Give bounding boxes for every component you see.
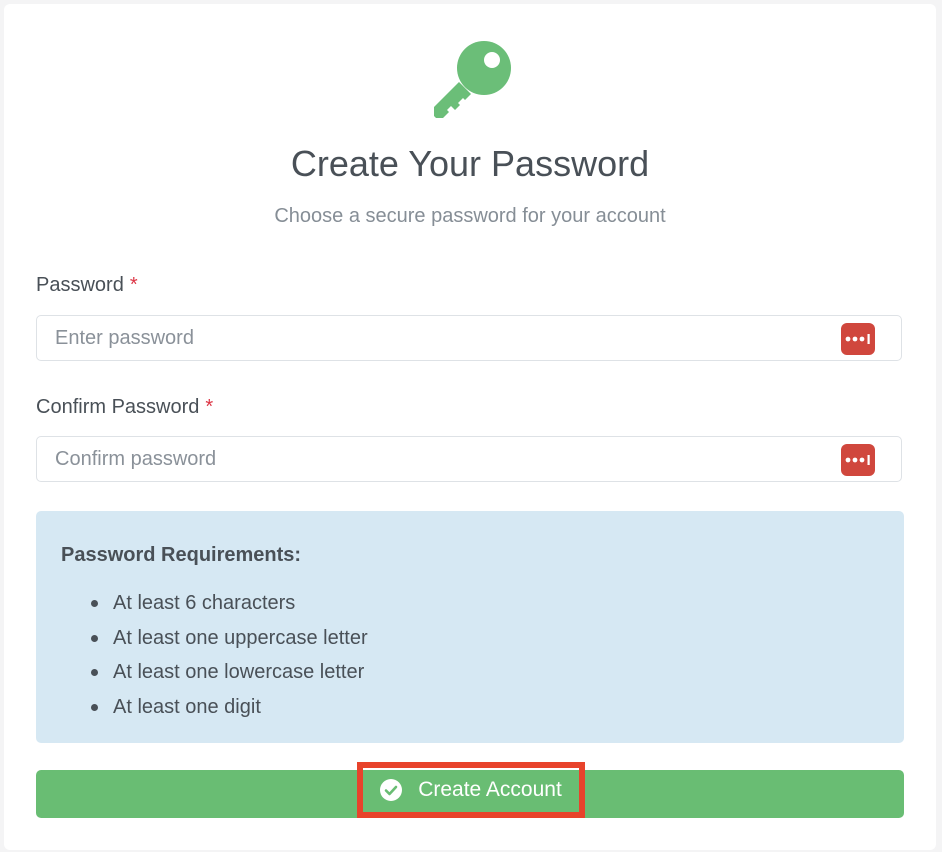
confirm-password-input[interactable] [37, 437, 817, 481]
bullet-icon [91, 634, 98, 642]
create-account-highlight: Create Account [357, 762, 585, 818]
dots-icon [845, 455, 870, 465]
required-marker: * [205, 396, 214, 418]
password-manager-icon[interactable] [841, 444, 875, 476]
confirm-password-label-text: Confirm Password [36, 396, 200, 418]
password-label-text: Password [36, 274, 124, 296]
password-input[interactable] [37, 316, 817, 360]
password-requirements-box: Password Requirements: At least 6 charac… [36, 511, 904, 743]
key-icon [434, 41, 511, 118]
requirement-text: At least one digit [113, 695, 261, 718]
page-title: Create Your Password [290, 143, 650, 184]
list-item: At least one lowercase letter [36, 655, 368, 690]
password-field-wrapper [36, 315, 902, 361]
list-item: At least one uppercase letter [36, 621, 368, 656]
list-item: At least 6 characters [36, 586, 368, 621]
confirm-password-label: Confirm Password * [36, 393, 213, 421]
create-account-label: Create Account [418, 778, 562, 801]
requirements-list: At least 6 characters At least one upper… [36, 586, 368, 724]
password-label: Password * [36, 271, 138, 299]
requirement-text: At least one lowercase letter [113, 661, 365, 683]
requirements-title: Password Requirements: [61, 544, 302, 566]
check-circle-icon [380, 779, 403, 801]
bullet-icon [91, 600, 98, 607]
bullet-icon [91, 669, 98, 676]
dots-icon [845, 334, 870, 344]
confirm-password-field-wrapper [36, 436, 902, 482]
bullet-icon [91, 703, 98, 711]
requirement-text: At least one uppercase letter [113, 626, 368, 649]
page-subtitle: Choose a secure password for your accoun… [274, 205, 666, 227]
required-marker: * [129, 274, 138, 296]
requirement-text: At least 6 characters [113, 592, 296, 614]
create-account-button[interactable]: Create Account [36, 762, 904, 818]
list-item: At least one digit [36, 690, 368, 725]
password-manager-icon[interactable] [841, 323, 875, 355]
password-card: Create Your Password Choose a secure pas… [4, 4, 936, 850]
